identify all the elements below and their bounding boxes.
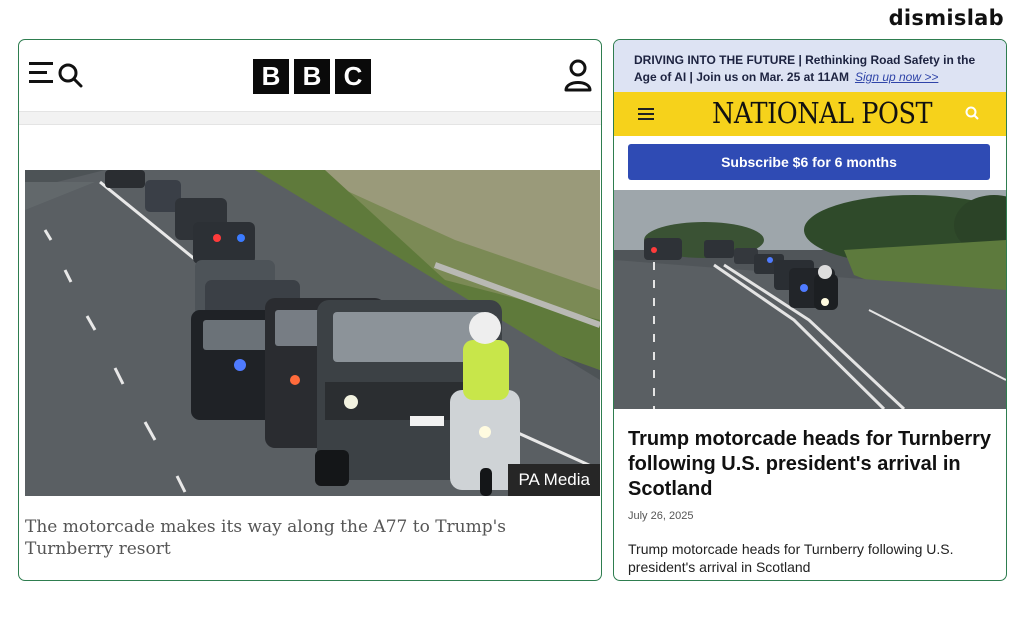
- article-date: July 26, 2025: [628, 510, 694, 522]
- motorcade-photo: [614, 190, 1006, 409]
- np-header: NATIONAL POST: [614, 92, 1006, 136]
- promo-signup-link[interactable]: Sign up now >>: [855, 70, 938, 84]
- user-account-icon[interactable]: [563, 58, 593, 92]
- brand-logo: dismislab: [888, 6, 1004, 30]
- bbc-logo-letter: C: [335, 59, 371, 94]
- national-post-article-panel: DRIVING INTO THE FUTURE | Rethinking Roa…: [613, 39, 1007, 581]
- photo-credit: PA Media: [508, 464, 600, 496]
- national-post-logo[interactable]: NATIONAL POST: [712, 96, 933, 130]
- search-icon[interactable]: [57, 62, 83, 88]
- menu-icon[interactable]: [638, 108, 654, 120]
- bbc-logo-letter: B: [294, 59, 330, 94]
- bbc-logo[interactable]: B B C: [253, 59, 371, 94]
- menu-icon[interactable]: [29, 62, 53, 84]
- article-summary: Trump motorcade heads for Turnberry foll…: [628, 541, 954, 575]
- header-divider: [19, 111, 601, 125]
- bbc-article-panel: B B C PA Media The motorcade makes its w…: [18, 39, 602, 581]
- article-headline[interactable]: Trump motorcade heads for Turnberry foll…: [628, 427, 998, 502]
- subscribe-button[interactable]: Subscribe $6 for 6 months: [628, 144, 990, 180]
- motorcade-photo: PA Media: [25, 170, 600, 496]
- photo-caption: The motorcade makes its way along the A7…: [25, 517, 507, 559]
- promo-banner[interactable]: DRIVING INTO THE FUTURE | Rethinking Roa…: [614, 40, 1006, 92]
- bbc-logo-letter: B: [253, 59, 289, 94]
- search-icon[interactable]: [965, 106, 979, 120]
- bbc-header: B B C: [19, 40, 601, 110]
